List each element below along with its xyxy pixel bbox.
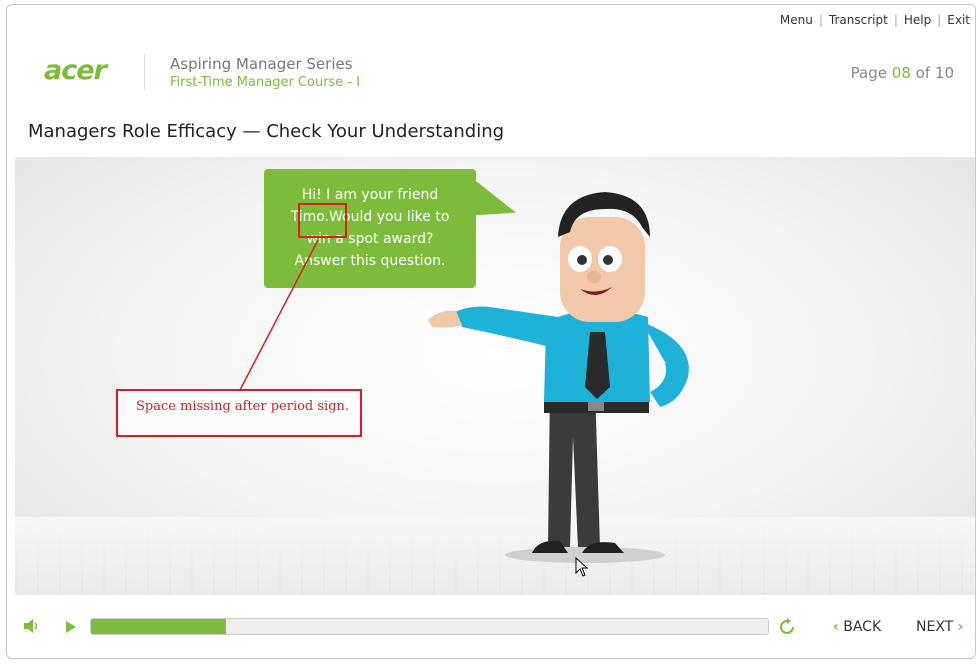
error-highlight-box	[298, 203, 347, 238]
page-current: 08	[891, 64, 911, 82]
play-icon[interactable]	[64, 619, 78, 639]
mouse-cursor-icon	[575, 557, 589, 577]
chevron-left-icon: ‹	[833, 619, 839, 635]
content-stage: Hi! I am your friend Timo.Would you like…	[15, 157, 975, 595]
timo-character-illustration	[428, 192, 689, 563]
next-button[interactable]: NEXT ›	[916, 619, 963, 635]
speaker-icon[interactable]	[22, 618, 40, 638]
nose	[587, 271, 601, 283]
progress-bar[interactable]	[90, 618, 769, 635]
left-arm	[455, 306, 558, 347]
page-indicator: Page 08 of 10	[851, 64, 954, 82]
series-title: Aspiring Manager Series	[170, 55, 353, 73]
chevron-right-icon: ›	[957, 619, 964, 635]
transcript-link[interactable]: Transcript	[829, 13, 888, 27]
exit-link[interactable]: Exit	[947, 13, 970, 27]
back-label: BACK	[843, 619, 882, 635]
left-pupil	[577, 255, 587, 265]
menu-link[interactable]: Menu	[780, 13, 813, 27]
head	[560, 217, 645, 322]
header-divider	[144, 54, 145, 90]
belt-buckle	[588, 401, 604, 411]
nav-separator: |	[818, 13, 823, 27]
page-title: Managers Role Efficacy — Check Your Unde…	[28, 121, 505, 142]
acer-logo: acer	[44, 55, 110, 86]
nav-separator: |	[937, 13, 942, 27]
logo-text: acer	[44, 55, 109, 86]
replay-icon[interactable]	[778, 618, 796, 640]
progress-fill	[91, 619, 227, 634]
top-navigation: Menu | Transcript | Help | Exit	[780, 13, 970, 27]
page-of: of	[915, 64, 931, 82]
help-link[interactable]: Help	[904, 13, 931, 27]
right-pupil	[603, 255, 613, 265]
nav-separator: |	[893, 13, 898, 27]
page-label: Page	[850, 64, 887, 82]
left-hand	[428, 310, 462, 328]
page-total: 10	[934, 64, 954, 82]
back-button[interactable]: ‹ BACK	[833, 619, 881, 635]
course-title: First-Time Manager Course - I	[170, 75, 361, 90]
annotation-note: Space missing after period sign.	[116, 389, 362, 437]
next-label: NEXT	[916, 619, 954, 635]
